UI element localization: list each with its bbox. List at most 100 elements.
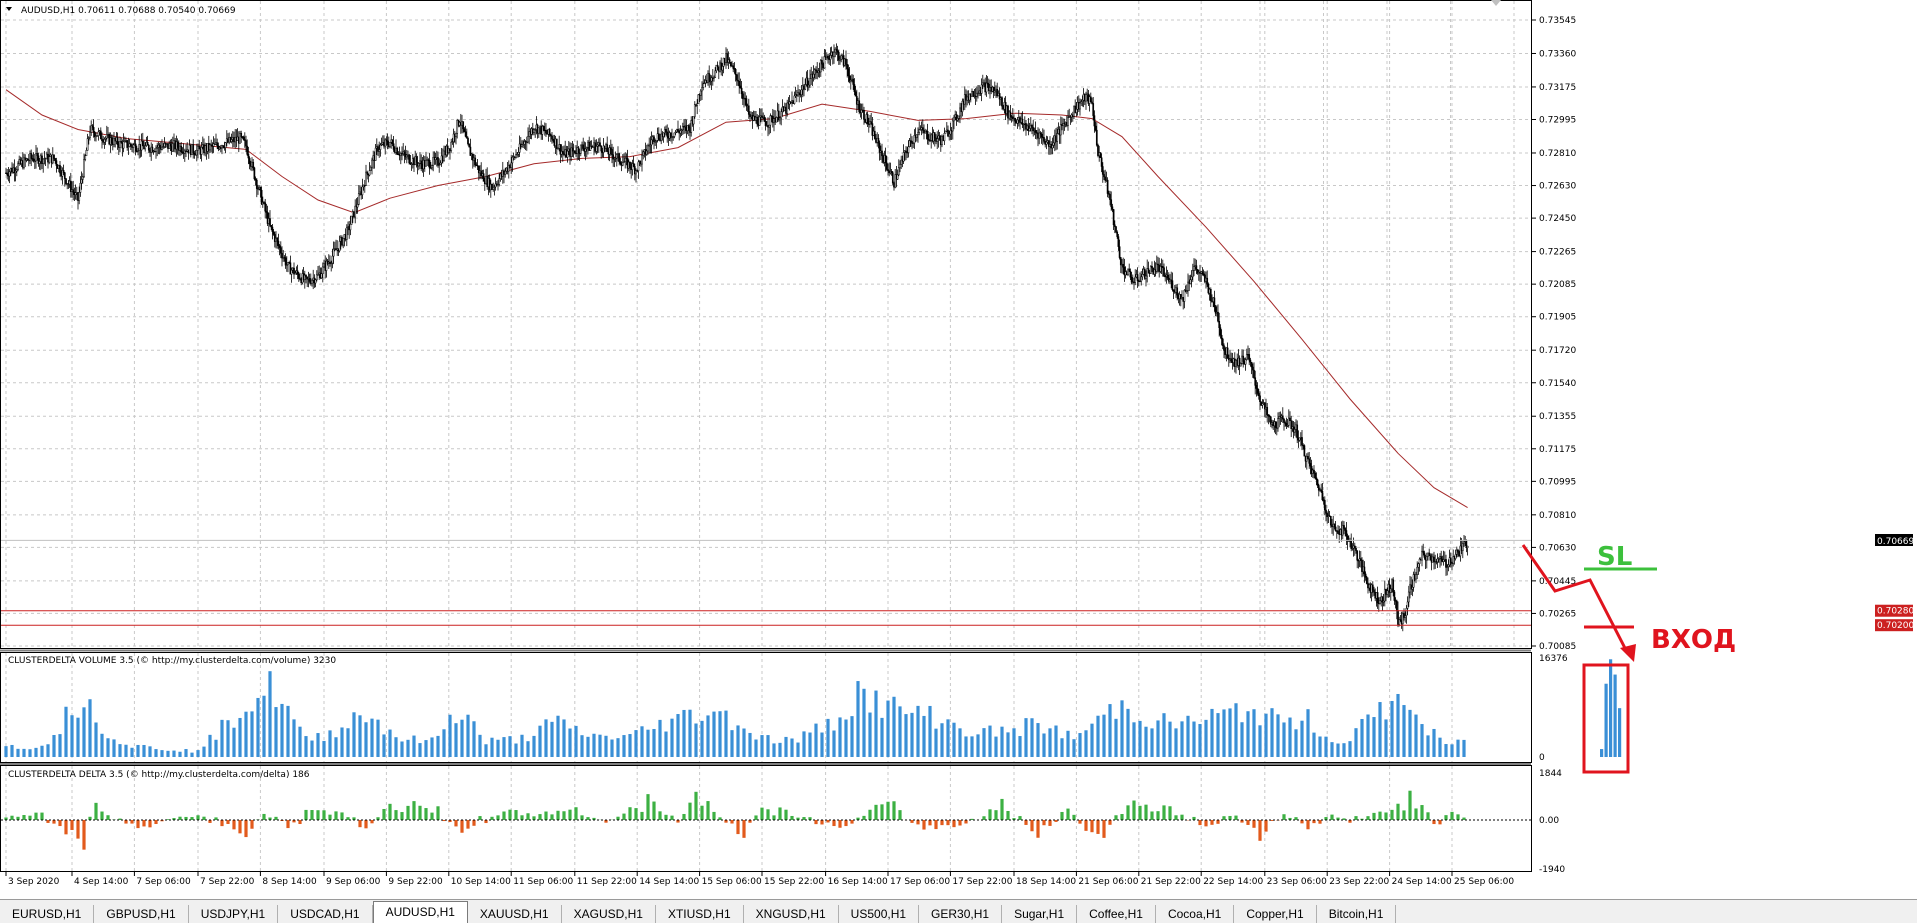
candle-body xyxy=(298,274,299,278)
tab-xauusd-h1[interactable]: XAUUSD,H1 xyxy=(468,905,562,923)
candle-body xyxy=(1455,554,1456,558)
volume-bar xyxy=(1396,694,1399,757)
candle-body xyxy=(1364,567,1365,574)
volume-bar xyxy=(10,745,13,757)
tab-sugar-h1[interactable]: Sugar,H1 xyxy=(1002,905,1077,923)
delta-panel-frame xyxy=(1,766,1532,872)
candle-body xyxy=(1345,528,1346,530)
volume-bar xyxy=(700,721,703,757)
tab-xngusd-h1[interactable]: XNGUSD,H1 xyxy=(744,905,839,923)
volume-bar xyxy=(1006,732,1009,757)
volume-bar xyxy=(508,736,511,757)
candle-body xyxy=(881,151,882,156)
delta-bar-negative xyxy=(130,820,133,824)
candle-body xyxy=(578,148,579,153)
chart-area[interactable]: 0.702800.70200 0.735450.733600.731750.72… xyxy=(0,0,1917,922)
candle-body xyxy=(1113,209,1114,224)
tab-eurusd-h1[interactable]: EURUSD,H1 xyxy=(0,905,94,923)
candle-body xyxy=(701,87,702,91)
candle-body xyxy=(1282,416,1283,419)
delta-bar-positive xyxy=(664,815,667,820)
candle-body xyxy=(599,143,600,146)
delta-title: CLUSTERDELTA DELTA 3.5 (© http://my.clus… xyxy=(8,770,310,780)
candle-body xyxy=(369,171,370,175)
candle-body xyxy=(1114,225,1115,227)
candle-body xyxy=(1035,130,1036,132)
candle-body xyxy=(256,180,257,188)
tab-bitcoin-h1[interactable]: Bitcoin,H1 xyxy=(1317,905,1397,923)
candle-body xyxy=(181,146,182,152)
candle-body xyxy=(1043,137,1044,141)
volume-bar xyxy=(100,734,103,757)
tab-gbpusd-h1[interactable]: GBPUSD,H1 xyxy=(94,905,188,923)
delta-bar-positive xyxy=(1402,810,1405,820)
delta-bar-negative xyxy=(838,820,841,828)
delta-bar-positive xyxy=(406,806,409,820)
candle-body xyxy=(1093,103,1094,115)
tab-xagusd-h1[interactable]: XAGUSD,H1 xyxy=(562,905,656,923)
candle-body xyxy=(1322,491,1323,500)
candle-body xyxy=(949,134,950,136)
delta-bar-positive xyxy=(1180,815,1183,820)
volume-bar xyxy=(112,739,115,757)
candle-body xyxy=(254,168,255,179)
candle-body xyxy=(1137,274,1138,280)
tab-cocoa-h1[interactable]: Cocoa,H1 xyxy=(1156,905,1234,923)
delta-bar-positive xyxy=(496,815,499,820)
volume-bar xyxy=(460,720,463,757)
candle-body xyxy=(429,160,430,168)
volume-bar xyxy=(862,689,865,757)
candle-body xyxy=(346,228,347,240)
volume-bar xyxy=(94,722,97,757)
candle-body xyxy=(1365,574,1366,577)
tab-ger30-h1[interactable]: GER30,H1 xyxy=(919,905,1002,923)
candle-body xyxy=(285,258,286,266)
candle-body xyxy=(1190,280,1191,284)
tab-usdcad-h1[interactable]: USDCAD,H1 xyxy=(278,905,372,923)
delta-bar-positive xyxy=(886,802,889,820)
tab-us500-h1[interactable]: US500,H1 xyxy=(839,905,919,923)
candle-body xyxy=(638,162,639,171)
delta-bar-positive xyxy=(982,816,985,820)
dropdown-arrow-icon[interactable] xyxy=(6,7,12,11)
volume-bar xyxy=(262,696,265,757)
volume-bar xyxy=(1288,718,1291,757)
candle-body xyxy=(824,56,825,68)
volume-bar xyxy=(1036,723,1039,757)
tab-usdjpy-h1[interactable]: USDJPY,H1 xyxy=(189,905,278,923)
candle-body xyxy=(387,141,388,145)
x-tick-label: 18 Sep 14:00 xyxy=(1016,877,1076,887)
delta-bar-positive xyxy=(532,816,535,820)
tab-xtiusd-h1[interactable]: XTIUSD,H1 xyxy=(656,905,744,923)
delta-bar-negative xyxy=(364,820,367,828)
candle-body xyxy=(117,137,118,144)
candle-body xyxy=(957,118,958,120)
delta-bar-negative xyxy=(1216,820,1219,824)
tab-coffee-h1[interactable]: Coffee,H1 xyxy=(1077,905,1156,923)
candle-body xyxy=(63,170,64,172)
candle-body xyxy=(1346,530,1347,536)
candle-body xyxy=(658,134,659,139)
candle-body xyxy=(464,129,465,132)
volume-bar xyxy=(1378,702,1381,757)
volume-bar xyxy=(838,717,841,757)
candle-body xyxy=(249,158,250,164)
candle-body xyxy=(1131,277,1132,282)
candle-body xyxy=(729,60,730,63)
candle-body xyxy=(1141,277,1142,281)
candle-body xyxy=(1096,130,1097,145)
tab-audusd-h1[interactable]: AUDUSD,H1 xyxy=(373,901,468,923)
candle-body xyxy=(147,142,148,145)
delta-bar-positive xyxy=(310,810,313,820)
volume-bar xyxy=(1609,659,1612,757)
candle-body xyxy=(944,133,945,141)
candle-body xyxy=(85,156,86,160)
candle-body xyxy=(641,155,642,164)
candle-body xyxy=(1240,363,1241,366)
candle-body xyxy=(1060,124,1061,135)
candle-body xyxy=(748,106,749,115)
volume-bar xyxy=(946,719,949,757)
y-tick-label: 0.72630 xyxy=(1539,182,1576,192)
tab-copper-h1[interactable]: Copper,H1 xyxy=(1234,905,1316,923)
candle-body xyxy=(111,138,112,143)
